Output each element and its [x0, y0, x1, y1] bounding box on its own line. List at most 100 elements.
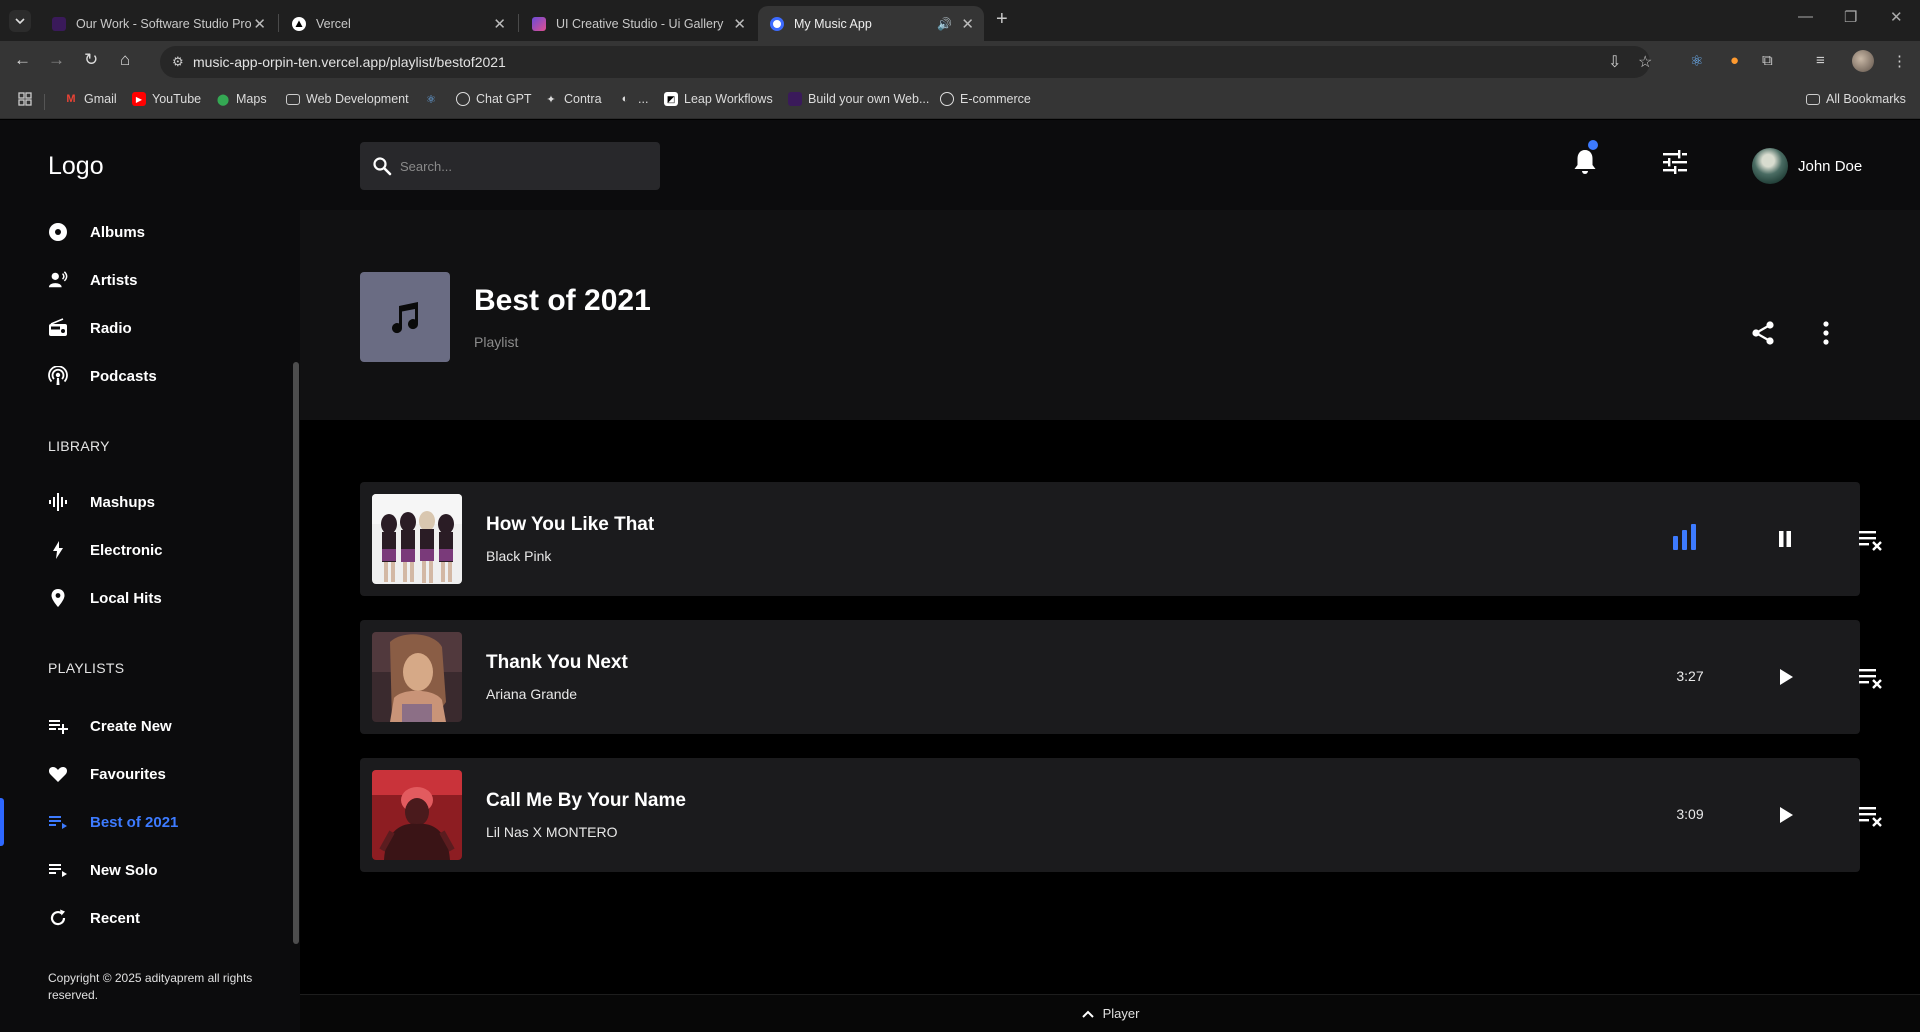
track-artist: Black Pink: [486, 548, 552, 564]
browser-toolbar: ← → ↻ ⌂ ⚙ music-app-orpin-ten.vercel.app…: [0, 41, 1920, 83]
sidebar-item-label: Radio: [90, 319, 132, 337]
sidebar-item-recent[interactable]: Recent: [48, 906, 140, 930]
back-icon[interactable]: ←: [14, 50, 31, 70]
home-icon[interactable]: ⌂: [120, 50, 130, 70]
sidebar-item-label: Electronic: [90, 541, 163, 559]
player-toggle[interactable]: Player: [300, 994, 1920, 1032]
tab-search-button[interactable]: [9, 10, 31, 32]
maps-icon: ⬤: [216, 93, 230, 106]
sidebar: Logo Albums Artists Radio Podcasts LIBRA…: [0, 120, 300, 1032]
browser-profile-avatar[interactable]: [1852, 50, 1874, 72]
track-title: Call Me By Your Name: [486, 790, 686, 811]
install-app-icon[interactable]: ⇩: [1608, 52, 1621, 72]
playlist-icon: [48, 860, 68, 880]
tab-title: Vercel: [316, 16, 351, 31]
close-icon[interactable]: ✕: [961, 15, 974, 33]
search-box[interactable]: [360, 142, 660, 190]
sidebar-item-create-new[interactable]: Create New: [48, 714, 172, 738]
more-options-icon[interactable]: [1822, 320, 1830, 351]
site-info-icon[interactable]: ⚙: [172, 54, 184, 70]
extension-icon[interactable]: ●: [1730, 52, 1739, 69]
bookmarks-bar: M Gmail ▶ YouTube ⬤ Maps Web Development ⚛ …: [0, 83, 1920, 119]
track-artist: Lil Nas X MONTERO: [486, 824, 618, 840]
settings-sliders-icon[interactable]: [1662, 150, 1688, 179]
bookmark-web-development[interactable]: Web Development: [286, 92, 409, 106]
reload-icon[interactable]: ↻: [84, 50, 98, 70]
refresh-icon: [48, 908, 68, 928]
new-tab-button[interactable]: +: [996, 8, 1008, 31]
bookmark-chatgpt[interactable]: Chat GPT: [456, 92, 532, 106]
bookmark-maps[interactable]: ⬤ Maps: [216, 92, 267, 106]
now-playing-equalizer-icon: [1672, 522, 1698, 559]
sidebar-item-best-of-2021[interactable]: Best of 2021: [48, 810, 178, 834]
share-icon[interactable]: [1750, 320, 1776, 351]
apps-grid-icon[interactable]: [18, 92, 32, 106]
kebab-menu-icon[interactable]: ⋮: [1892, 52, 1907, 70]
folder-icon: [286, 93, 300, 105]
sidebar-item-mashups[interactable]: Mashups: [48, 490, 155, 514]
star-icon[interactable]: ☆: [1638, 52, 1652, 72]
sidebar-item-albums[interactable]: Albums: [48, 220, 145, 244]
sidebar-item-new-solo[interactable]: New Solo: [48, 858, 158, 882]
speaker-icon[interactable]: 🔊: [937, 17, 952, 31]
browser-tab[interactable]: Our Work - Software Studio Pro ✕: [40, 6, 276, 41]
puzzle-icon[interactable]: ⧉: [1762, 52, 1773, 69]
remove-from-playlist-icon[interactable]: [1858, 666, 1884, 695]
sidebar-item-favourites[interactable]: Favourites: [48, 762, 166, 786]
browser-tab-active[interactable]: My Music App 🔊 ✕: [758, 6, 984, 41]
url-text[interactable]: music-app-orpin-ten.vercel.app/playlist/…: [193, 54, 506, 70]
search-input[interactable]: [400, 154, 640, 178]
close-icon[interactable]: ✕: [253, 15, 266, 33]
bookmark-contra[interactable]: ✦ Contra: [544, 92, 601, 106]
album-art: [372, 494, 462, 584]
bookmark-youtube[interactable]: ▶ YouTube: [132, 92, 201, 106]
sidebar-item-artists[interactable]: Artists: [48, 268, 138, 292]
play-icon[interactable]: [1774, 665, 1796, 694]
bookmark-misc[interactable]: ◐...: [618, 92, 649, 106]
address-bar[interactable]: ⚙ music-app-orpin-ten.vercel.app/playlis…: [160, 46, 1652, 78]
avatar[interactable]: [1752, 148, 1788, 184]
sidebar-item-label: Favourites: [90, 765, 166, 783]
bookmark-build-your-own-web[interactable]: Build your own Web...: [788, 92, 929, 106]
restore-icon[interactable]: ❐: [1844, 8, 1857, 26]
play-icon[interactable]: [1774, 803, 1796, 832]
pause-icon[interactable]: [1774, 527, 1796, 556]
track-row[interactable]: How You Like That Black Pink: [360, 482, 1882, 596]
reading-list-icon[interactable]: ≡: [1816, 52, 1825, 69]
bookmark-ecommerce[interactable]: E-commerce: [940, 92, 1031, 106]
minimize-icon[interactable]: —: [1798, 8, 1813, 25]
app-logo[interactable]: Logo: [48, 152, 104, 181]
all-bookmarks[interactable]: All Bookmarks: [1806, 92, 1906, 106]
ecommerce-icon: [940, 92, 954, 106]
podcast-icon: [48, 366, 68, 386]
user-name[interactable]: John Doe: [1798, 158, 1862, 175]
remove-from-playlist-icon[interactable]: [1858, 804, 1884, 833]
notification-dot: [1588, 140, 1598, 150]
album-art: [372, 632, 462, 722]
album-icon: [48, 222, 68, 242]
bookmark-react[interactable]: ⚛: [424, 92, 444, 106]
remove-from-playlist-icon[interactable]: [1858, 528, 1884, 557]
close-icon[interactable]: ✕: [493, 15, 506, 33]
notification-bell-icon[interactable]: [1572, 148, 1598, 181]
bookmark-label: Maps: [236, 92, 267, 106]
bookmark-leap-workflows[interactable]: ◩ Leap Workflows: [664, 92, 773, 106]
forward-icon[interactable]: →: [48, 50, 65, 70]
bookmark-label: Web Development: [306, 92, 409, 106]
browser-tab[interactable]: Vercel ✕: [280, 6, 516, 41]
close-icon[interactable]: ✕: [733, 15, 746, 33]
bookmark-gmail[interactable]: M Gmail: [64, 92, 116, 106]
browser-tab[interactable]: UI Creative Studio - Ui Gallery ✕: [520, 6, 756, 41]
sidebar-item-podcasts[interactable]: Podcasts: [48, 364, 157, 388]
react-devtools-icon[interactable]: ⚛: [1690, 52, 1703, 70]
sidebar-scrollbar[interactable]: [293, 362, 299, 944]
close-window-icon[interactable]: ✕: [1890, 8, 1903, 26]
track-row[interactable]: Call Me By Your Name Lil Nas X MONTERO 3…: [360, 758, 1882, 872]
gmail-icon: M: [66, 93, 76, 105]
sidebar-item-electronic[interactable]: Electronic: [48, 538, 163, 562]
sidebar-item-local-hits[interactable]: Local Hits: [48, 586, 162, 610]
sidebar-item-label: Albums: [90, 223, 146, 241]
sidebar-item-radio[interactable]: Radio: [48, 316, 132, 340]
track-row[interactable]: Thank You Next Ariana Grande 3:27: [360, 620, 1882, 734]
vercel-icon: [292, 16, 306, 31]
